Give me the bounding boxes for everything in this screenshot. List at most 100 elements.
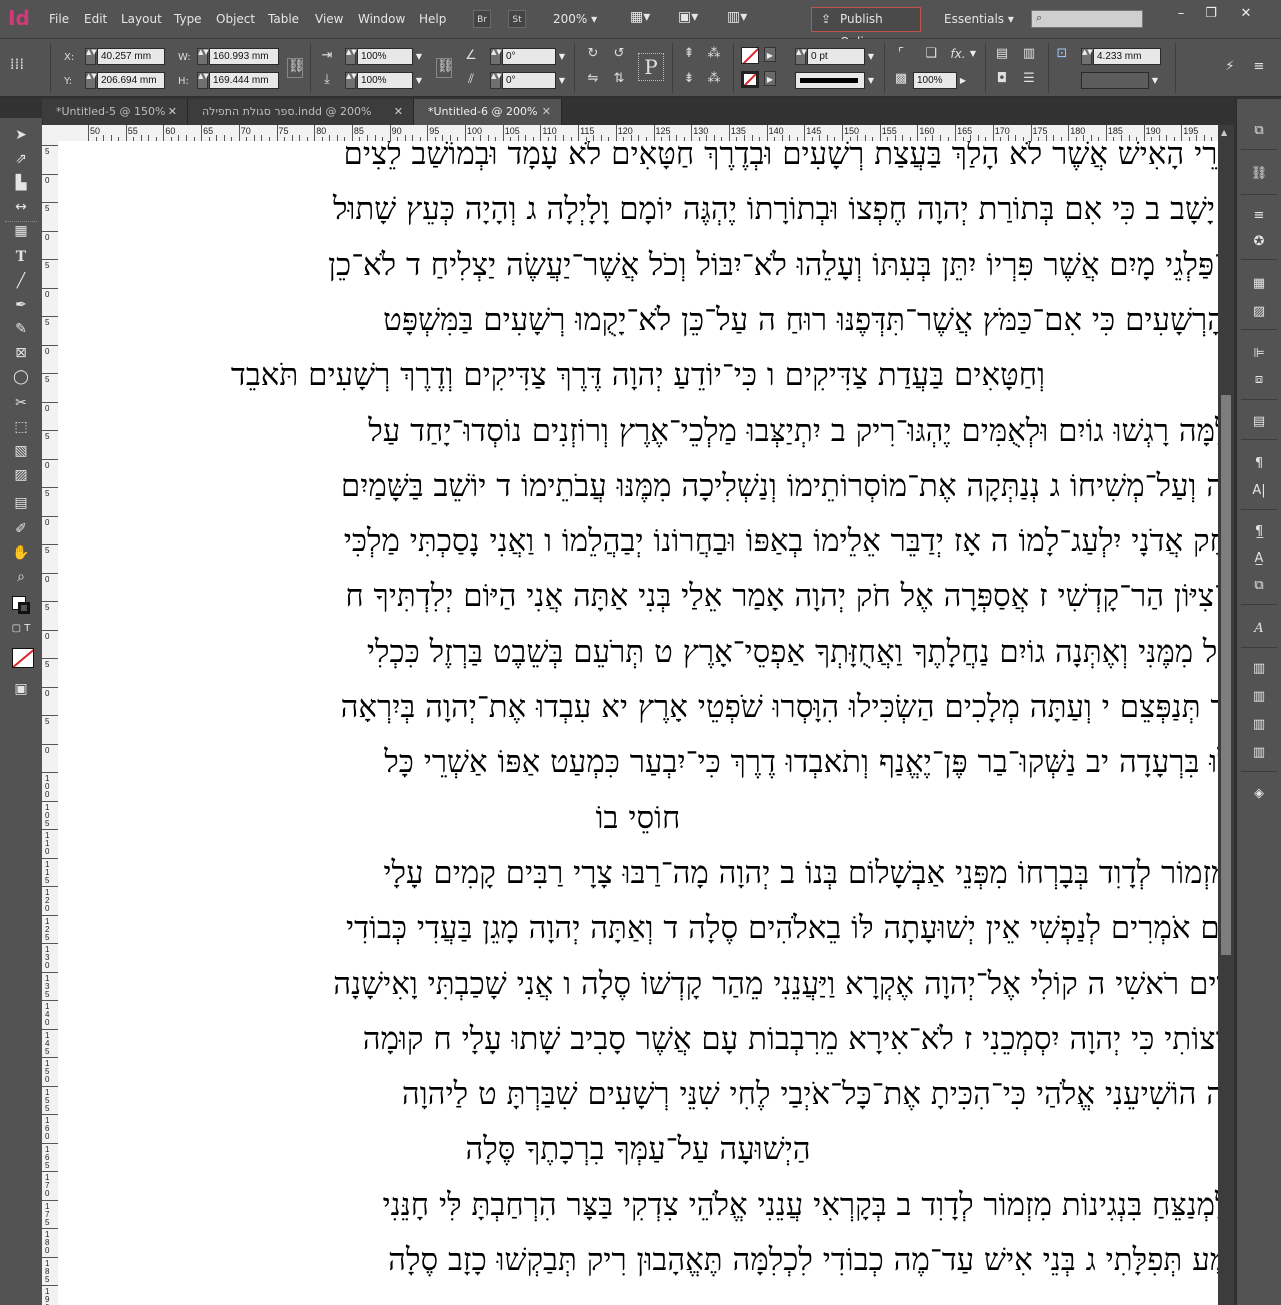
character-styles-icon[interactable]: A̲ bbox=[1248, 549, 1270, 569]
text-wrap-none-icon[interactable]: ▤ bbox=[993, 45, 1011, 63]
text-wrap-jump-icon[interactable]: ☰ bbox=[1020, 70, 1038, 88]
rotate-dropdown[interactable]: ▼ bbox=[556, 48, 568, 65]
text-line[interactable]: הַיְשׁוּעָה עַל־עַמְּךָ בִרְכָתֶךָ סֶּלָ… bbox=[58, 1126, 1218, 1172]
panel-menu-icon[interactable]: ≡ bbox=[1250, 58, 1268, 76]
scissors-tool-icon[interactable]: ✂ bbox=[9, 392, 33, 414]
vertical-scrollbar[interactable]: ▲ bbox=[1218, 125, 1234, 1305]
hand-tool-icon[interactable]: ✋ bbox=[9, 542, 33, 564]
tab-untitled-6[interactable]: *Untitled-6 @ 200% ✕ bbox=[414, 99, 562, 125]
y-spinner[interactable]: ▲▼ bbox=[85, 72, 97, 89]
gap-spinner[interactable]: ▲▼ bbox=[1081, 48, 1093, 65]
rotate-spinner[interactable]: ▲▼ bbox=[490, 48, 502, 65]
text-line[interactable]: הֱקִיצוֹתִי כִּי יְהוָה יִסְמְכֵנִי ז לֹ… bbox=[363, 1016, 1218, 1062]
select-container-icon[interactable]: ⇞ bbox=[680, 45, 698, 63]
stroke-swatch[interactable] bbox=[741, 71, 759, 88]
layers-panel-icon[interactable]: ◈ bbox=[1248, 784, 1270, 804]
text-line[interactable]: וְחַטָּאִים בַּעֲדַת צַדִּיקִים ו כִּי־י… bbox=[58, 352, 1218, 398]
screen-mode-icon[interactable]: ▣ bbox=[9, 678, 33, 700]
shear-spinner[interactable]: ▲▼ bbox=[490, 72, 502, 89]
text-frame-icon[interactable]: P bbox=[638, 53, 664, 81]
effects-icon[interactable]: fx. bbox=[949, 45, 967, 63]
screen-mode-icon[interactable]: ▣▾ bbox=[678, 9, 698, 25]
minimize-button[interactable]: – bbox=[1171, 6, 1191, 22]
text-line[interactable]: א מִזְמוֹר לְדָוִד בְּבָרְחוֹ מִפְּנֵי א… bbox=[383, 850, 1218, 896]
menu-edit[interactable]: Edit bbox=[84, 12, 107, 26]
text-line[interactable]: וּמֵרִים רֹאשִׁי ה קוֹלִי אֶל־יְהוָה אֶק… bbox=[333, 961, 1218, 1007]
menu-layout[interactable]: Layout bbox=[121, 12, 162, 26]
close-icon[interactable]: ✕ bbox=[394, 99, 403, 125]
free-transform-tool-icon[interactable]: ⬚ bbox=[9, 416, 33, 438]
library-panel-icon-4[interactable]: ▥ bbox=[1248, 743, 1270, 763]
scale-x-dropdown[interactable]: ▼ bbox=[413, 48, 425, 65]
stroke-panel-icon[interactable]: ≡ bbox=[1248, 206, 1270, 226]
menu-window[interactable]: Window bbox=[358, 12, 405, 26]
gradient-panel-icon[interactable]: ▨ bbox=[1248, 302, 1270, 322]
scale-y-spinner[interactable]: ▲▼ bbox=[345, 72, 357, 89]
menu-object[interactable]: Object bbox=[216, 12, 255, 26]
text-line[interactable]: לֹא יָשָׁב ב כִּי אִם בְּתוֹרַת יְהוָה ח… bbox=[333, 186, 1218, 232]
library-panel-icon-2[interactable]: ▥ bbox=[1248, 687, 1270, 707]
text-line[interactable]: יְהוָה הוֹשִׁיעֵנִי אֱלֹהַי כִּי־הִכִּית… bbox=[402, 1071, 1218, 1117]
text-line[interactable]: אַשְׁרֵי הָאִישׁ אֲשֶׁר לֹא הָלַךְ בַּעֲ… bbox=[343, 141, 1218, 177]
flip-vertical-icon[interactable]: ⇅ bbox=[610, 70, 628, 88]
publish-online-button[interactable]: ⇪ Publish Online bbox=[811, 7, 921, 49]
menu-table[interactable]: Table bbox=[268, 12, 299, 26]
text-line[interactable]: יוֹצֵר תְּנַפְּצֵם י וְעַתָּה מְלָכִים ה… bbox=[341, 684, 1218, 730]
constrain-scale-icon[interactable]: ⛓ bbox=[436, 58, 454, 78]
column-rule-select[interactable] bbox=[1081, 72, 1149, 89]
gradient-feather-tool-icon[interactable]: ▨ bbox=[9, 464, 33, 486]
select-next-icon[interactable]: ⁂ bbox=[705, 70, 723, 88]
scale-y-dropdown[interactable]: ▼ bbox=[413, 72, 425, 89]
constrain-proportions-icon[interactable]: ⛓ bbox=[287, 58, 305, 78]
close-icon[interactable]: ✕ bbox=[542, 99, 551, 125]
apply-none-icon[interactable] bbox=[12, 648, 34, 668]
quick-apply-icon[interactable]: ⚡ bbox=[1221, 58, 1239, 76]
height-field[interactable]: 169.444 mm bbox=[209, 72, 279, 89]
color-panel-icon[interactable]: ✪ bbox=[1248, 232, 1270, 252]
opacity-dropdown[interactable]: ▶ bbox=[957, 72, 969, 89]
gap-tool-icon[interactable]: ↔ bbox=[9, 196, 33, 218]
menu-file[interactable]: File bbox=[49, 12, 69, 26]
selection-tool-icon[interactable]: ➤ bbox=[9, 124, 33, 146]
text-line[interactable]: וּשְׁמַע תְּפִלָּתִי ג בְּנֵי אִישׁ עַד־… bbox=[388, 1237, 1218, 1283]
text-wrap-bounding-icon[interactable]: ▥ bbox=[1020, 45, 1038, 63]
object-styles-icon[interactable]: ⧉ bbox=[1248, 576, 1270, 596]
auto-fit-icon[interactable]: ⊡ bbox=[1053, 45, 1071, 63]
scale-x-field[interactable]: 100% bbox=[357, 48, 413, 65]
menu-help[interactable]: Help bbox=[419, 12, 446, 26]
library-panel-icon-3[interactable]: ▥ bbox=[1248, 715, 1270, 735]
flip-horizontal-icon[interactable]: ⇋ bbox=[584, 70, 602, 88]
help-search-input[interactable]: ⌕ bbox=[1031, 10, 1143, 28]
text-wrap-shape-icon[interactable]: ◘ bbox=[993, 70, 1011, 88]
scrollbar-thumb[interactable] bbox=[1221, 395, 1231, 955]
pen-tool-icon[interactable]: ✒ bbox=[9, 294, 33, 316]
bridge-button[interactable]: Br bbox=[473, 10, 491, 28]
menu-type[interactable]: Type bbox=[174, 12, 202, 26]
pages-panel-icon[interactable]: ⧉ bbox=[1248, 121, 1270, 141]
rotate-counterclockwise-icon[interactable]: ↺ bbox=[610, 45, 628, 63]
shear-dropdown[interactable]: ▼ bbox=[556, 72, 568, 89]
zoom-level-dropdown[interactable]: 200% ▾ bbox=[553, 12, 597, 26]
shear-angle-field[interactable]: 0° bbox=[502, 72, 556, 89]
gap-field[interactable]: 4.233 mm bbox=[1093, 48, 1161, 65]
scale-x-spinner[interactable]: ▲▼ bbox=[345, 48, 357, 65]
fill-swatch[interactable] bbox=[741, 47, 759, 64]
gradient-swatch-tool-icon[interactable]: ▧ bbox=[9, 440, 33, 462]
w-spinner[interactable]: ▲▼ bbox=[197, 48, 209, 65]
reference-point-icon[interactable]: ⁞⁞⁞ bbox=[8, 55, 26, 73]
paragraph-styles-icon[interactable]: ¶̲ bbox=[1248, 522, 1270, 542]
paragraph-panel-icon[interactable]: ¶ bbox=[1248, 454, 1270, 474]
stock-button[interactable]: St bbox=[508, 10, 526, 28]
tab-segulat-hatefila[interactable]: ספר סגולת התפילה.indd @ 200% ✕ bbox=[188, 99, 414, 125]
text-line[interactable]: שְׁאַל מִמֶּנִּי וְאֶתְּנָה גוֹיִם נַחֲל… bbox=[367, 629, 1218, 675]
text-line[interactable]: וְגִילוּ בִּרְעָדָה יב נַשְּׁקוּ־בַר פֶּ… bbox=[384, 739, 1218, 785]
opacity-field[interactable]: 100% bbox=[913, 72, 957, 89]
text-wrap-panel-icon[interactable]: ▤ bbox=[1248, 412, 1270, 432]
text-line[interactable]: יִשְׂחָק אֲדֹנָי יִלְעַג־לָמוֹ ה אָז יְד… bbox=[344, 518, 1218, 564]
workspace-switcher[interactable]: Essentials ▾ bbox=[944, 12, 1014, 26]
stroke-weight-field[interactable]: 0 pt bbox=[807, 48, 865, 65]
type-tool-icon[interactable]: T bbox=[9, 246, 33, 268]
x-position-field[interactable]: 40.257 mm bbox=[97, 48, 165, 65]
tab-untitled-5[interactable]: *Untitled-5 @ 150% ✕ bbox=[42, 99, 188, 125]
pathfinder-panel-icon[interactable]: ⧈ bbox=[1248, 370, 1270, 390]
